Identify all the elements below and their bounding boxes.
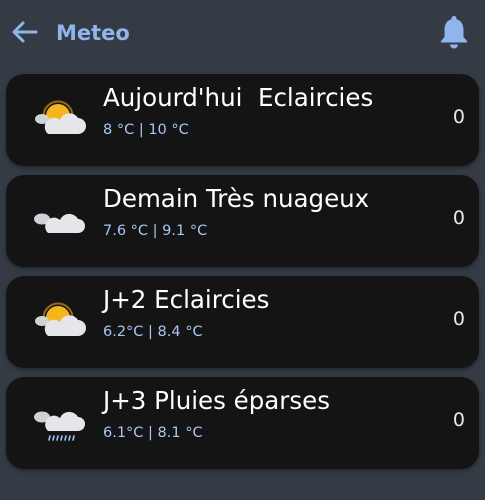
- forecast-list: Aujourd'hui Eclaircies 8 °C | 10 °C 0 De…: [6, 74, 479, 478]
- rain-cloud-icon: [34, 411, 85, 441]
- forecast-temps: 6.2°C | 8.4 °C: [103, 324, 203, 340]
- forecast-temps: 8 °C | 10 °C: [103, 122, 189, 138]
- forecast-card-day-3[interactable]: J+3 Pluies éparses 6.1°C | 8.1 °C 0: [6, 377, 479, 469]
- page-title: Meteo: [56, 21, 130, 45]
- forecast-card-tomorrow[interactable]: Demain Très nuageux 7.6 °C | 9.1 °C 0: [6, 175, 479, 267]
- arrow-left-icon: [12, 21, 38, 43]
- forecast-count: 0: [452, 207, 465, 229]
- bell-icon: [441, 16, 467, 49]
- forecast-title: J+3 Pluies éparses: [103, 386, 330, 415]
- forecast-temps: 6.1°C | 8.1 °C: [103, 425, 203, 441]
- app-header: Meteo: [0, 0, 485, 66]
- clouds-icon: [34, 213, 85, 233]
- forecast-card-today[interactable]: Aujourd'hui Eclaircies 8 °C | 10 °C 0: [6, 74, 479, 166]
- forecast-count: 0: [452, 308, 465, 330]
- back-button[interactable]: [8, 16, 40, 48]
- forecast-title: Demain Très nuageux: [103, 184, 370, 213]
- sun-cloud-icon: [35, 302, 86, 336]
- forecast-temps: 7.6 °C | 9.1 °C: [103, 223, 208, 239]
- forecast-count: 0: [452, 409, 465, 431]
- forecast-title: Aujourd'hui Eclaircies: [103, 83, 374, 112]
- sun-cloud-icon: [35, 100, 86, 134]
- forecast-title: J+2 Eclaircies: [103, 285, 270, 314]
- forecast-card-day-2[interactable]: J+2 Eclaircies 6.2°C | 8.4 °C 0: [6, 276, 479, 368]
- forecast-count: 0: [452, 106, 465, 128]
- notifications-button[interactable]: [436, 14, 472, 50]
